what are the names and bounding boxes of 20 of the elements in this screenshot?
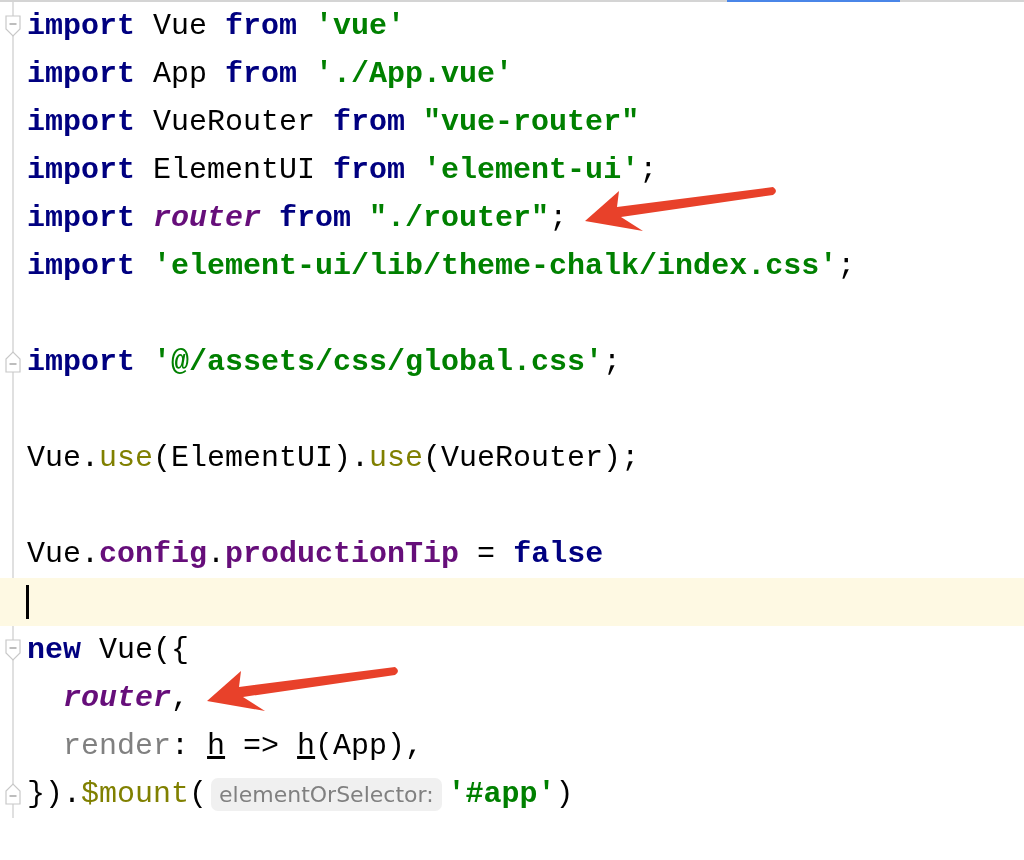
code-text: render: h => h(App), (63, 729, 424, 763)
code-text: }).$mount( (27, 777, 208, 811)
code-text: import '@/assets/css/global.css'; (27, 345, 622, 379)
code-text: new Vue({ (27, 633, 190, 667)
fold-icon[interactable] (5, 15, 21, 37)
code-text: router, (63, 681, 190, 715)
code-text: import VueRouter from "vue-router" (27, 105, 640, 139)
fold-icon[interactable] (5, 351, 21, 373)
code-text: import Vue from 'vue' (27, 9, 406, 43)
code-text: import 'element-ui/lib/theme-chalk/index.css'; (27, 249, 856, 283)
fold-icon[interactable] (5, 783, 21, 805)
text-cursor (26, 585, 29, 619)
parameter-hint: elementOrSelector: (211, 777, 442, 811)
code-text: import App from './App.vue' (27, 57, 514, 91)
code-text: Vue.use(ElementUI).use(VueRouter); (27, 441, 640, 475)
code-text: Vue.config.productionTip = false (27, 537, 604, 571)
fold-icon[interactable] (5, 639, 21, 661)
code-text: import ElementUI from 'element-ui'; (27, 153, 658, 187)
code-text: '#app') (447, 777, 574, 811)
code-text: import router from "./router"; (27, 201, 568, 235)
